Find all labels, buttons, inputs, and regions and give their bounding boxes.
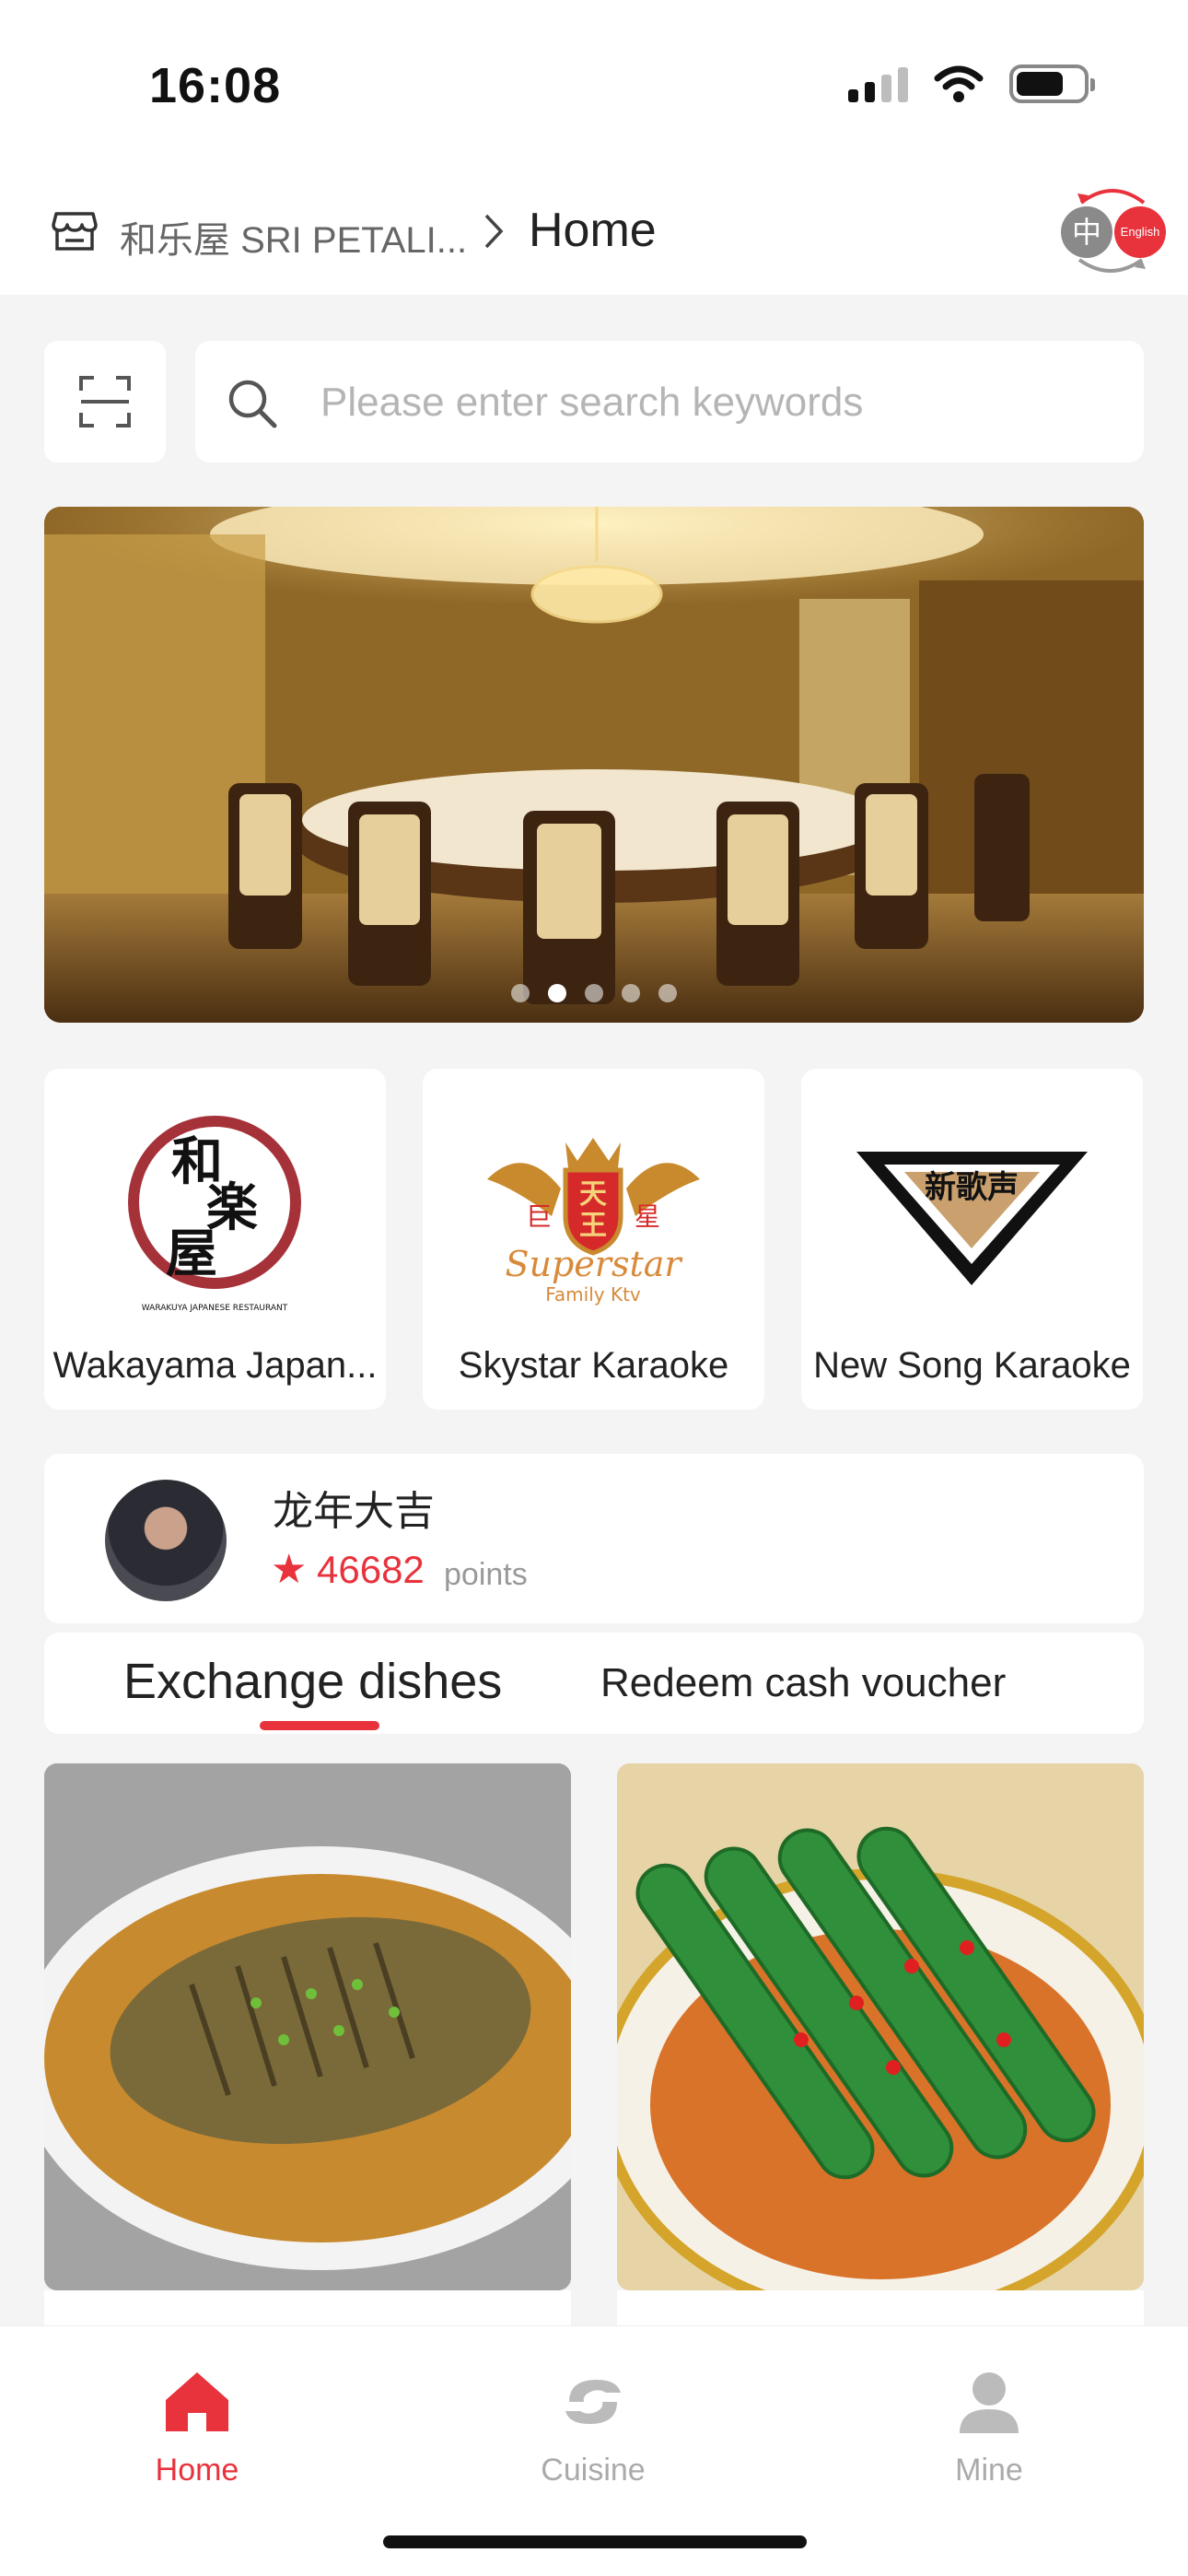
search-input[interactable]: Please enter search keywords (195, 341, 1144, 463)
active-tab-indicator (260, 1721, 379, 1730)
tab-redeem-cash-voucher[interactable]: Redeem cash voucher (600, 1660, 1006, 1706)
points-value: 46682 (317, 1548, 425, 1591)
okra-dish-image (617, 1763, 1144, 2290)
carousel-dot[interactable] (585, 984, 603, 1002)
superstar-logo-char-tian: 天 (579, 1178, 607, 1211)
tabbar-label: Mine (955, 2453, 1023, 2488)
battery-icon (1009, 64, 1095, 103)
search-icon (228, 380, 277, 428)
points-unit: points (444, 1557, 528, 1592)
carousel-dot[interactable] (622, 984, 640, 1002)
redeem-tabs: Exchange dishes Redeem cash voucher (44, 1633, 1144, 1734)
superstar-logo-char-wang: 王 (579, 1210, 607, 1242)
tabbar-label: Cuisine (541, 2453, 646, 2488)
warakuya-logo-char-3: 屋 (166, 1224, 217, 1284)
member-profile-card[interactable]: 龙年大吉 ★ 46682 points (44, 1454, 1144, 1623)
warakuya-logo-caption: WARAKUYA JAPANESE RESTAURANT (142, 1304, 288, 1313)
dish-card-okra[interactable] (617, 1763, 1144, 2290)
wifi-icon (934, 65, 984, 102)
banner-carousel[interactable] (44, 507, 1144, 1023)
top-navbar: 和乐屋 SRI PETALI... Home 中 English (0, 166, 1188, 295)
superstar-logo-char-ju: 巨 (526, 1201, 552, 1232)
search-placeholder: Please enter search keywords (320, 380, 864, 425)
venue-name: Skystar Karaoke (458, 1345, 729, 1386)
superstar-logo-tagline: Family Ktv (545, 1283, 641, 1306)
venue-card-wakayama[interactable]: 和 楽 屋 WARAKUYA JAPANESE RESTAURANT Wakay… (44, 1069, 386, 1410)
tabbar-label: Home (155, 2453, 239, 2488)
scan-icon (79, 376, 131, 427)
superstar-logo-char-xing: 星 (635, 1201, 660, 1232)
carousel-dot-active[interactable] (548, 984, 566, 1002)
page-title: Home (529, 204, 657, 257)
carousel-indicator (44, 984, 1144, 1002)
status-icons (848, 64, 1095, 103)
dish-card-braised-fish[interactable] (44, 1763, 571, 2290)
status-time: 16:08 (149, 58, 282, 113)
tabbar-item-cuisine[interactable]: Cuisine (473, 2345, 713, 2511)
status-bar: 16:08 (0, 0, 1188, 166)
venue-list: 和 楽 屋 WARAKUYA JAPANESE RESTAURANT Wakay… (44, 1069, 1144, 1410)
venue-card-new-song[interactable]: 新歌声 New Song Karaoke (801, 1069, 1143, 1410)
lang-chinese: 中 (1061, 206, 1112, 258)
home-icon (166, 2372, 228, 2431)
star-icon: ★ (271, 1547, 308, 1592)
home-indicator (383, 2535, 807, 2548)
new-song-logo-text: 新歌声 (925, 1169, 1019, 1206)
cellular-signal-icon (848, 65, 908, 102)
tab-exchange-dishes[interactable]: Exchange dishes (123, 1653, 502, 1710)
tabbar-item-home[interactable]: Home (77, 2345, 317, 2511)
cuisine-icon (565, 2380, 621, 2424)
chevron-right-icon (484, 214, 504, 249)
store-icon[interactable] (52, 210, 98, 252)
language-switch-button[interactable]: 中 English (1054, 184, 1170, 276)
dish-card-footer (44, 2290, 571, 2327)
warakuya-logo-icon: 和 楽 屋 WARAKUYA JAPANESE RESTAURANT (128, 1116, 301, 1313)
user-icon (960, 2372, 1019, 2433)
dish-card-footer (617, 2290, 1144, 2327)
superstar-ktv-logo-icon: 天 王 巨 星 Superstar Family Ktv (487, 1138, 700, 1306)
banner-image (44, 507, 1144, 1023)
tabbar-item-mine[interactable]: Mine (869, 2345, 1109, 2511)
braised-fish-image (44, 1763, 571, 2290)
carousel-dot[interactable] (658, 984, 677, 1002)
new-song-karaoke-logo-icon: 新歌声 (856, 1152, 1088, 1285)
scan-button[interactable] (44, 341, 166, 463)
avatar[interactable] (105, 1480, 227, 1601)
venue-card-skystar[interactable]: 天 王 巨 星 Superstar Family Ktv Skystar Kar… (423, 1069, 764, 1410)
venue-name: New Song Karaoke (813, 1345, 1131, 1386)
superstar-logo-wordmark: Superstar (505, 1244, 683, 1284)
carousel-dot[interactable] (511, 984, 530, 1002)
lang-english: English (1114, 206, 1166, 258)
store-name-breadcrumb[interactable]: 和乐屋 SRI PETALI... (120, 210, 467, 263)
venue-name: Wakayama Japan... (52, 1345, 378, 1386)
member-name: 龙年大吉 (273, 1489, 435, 1534)
